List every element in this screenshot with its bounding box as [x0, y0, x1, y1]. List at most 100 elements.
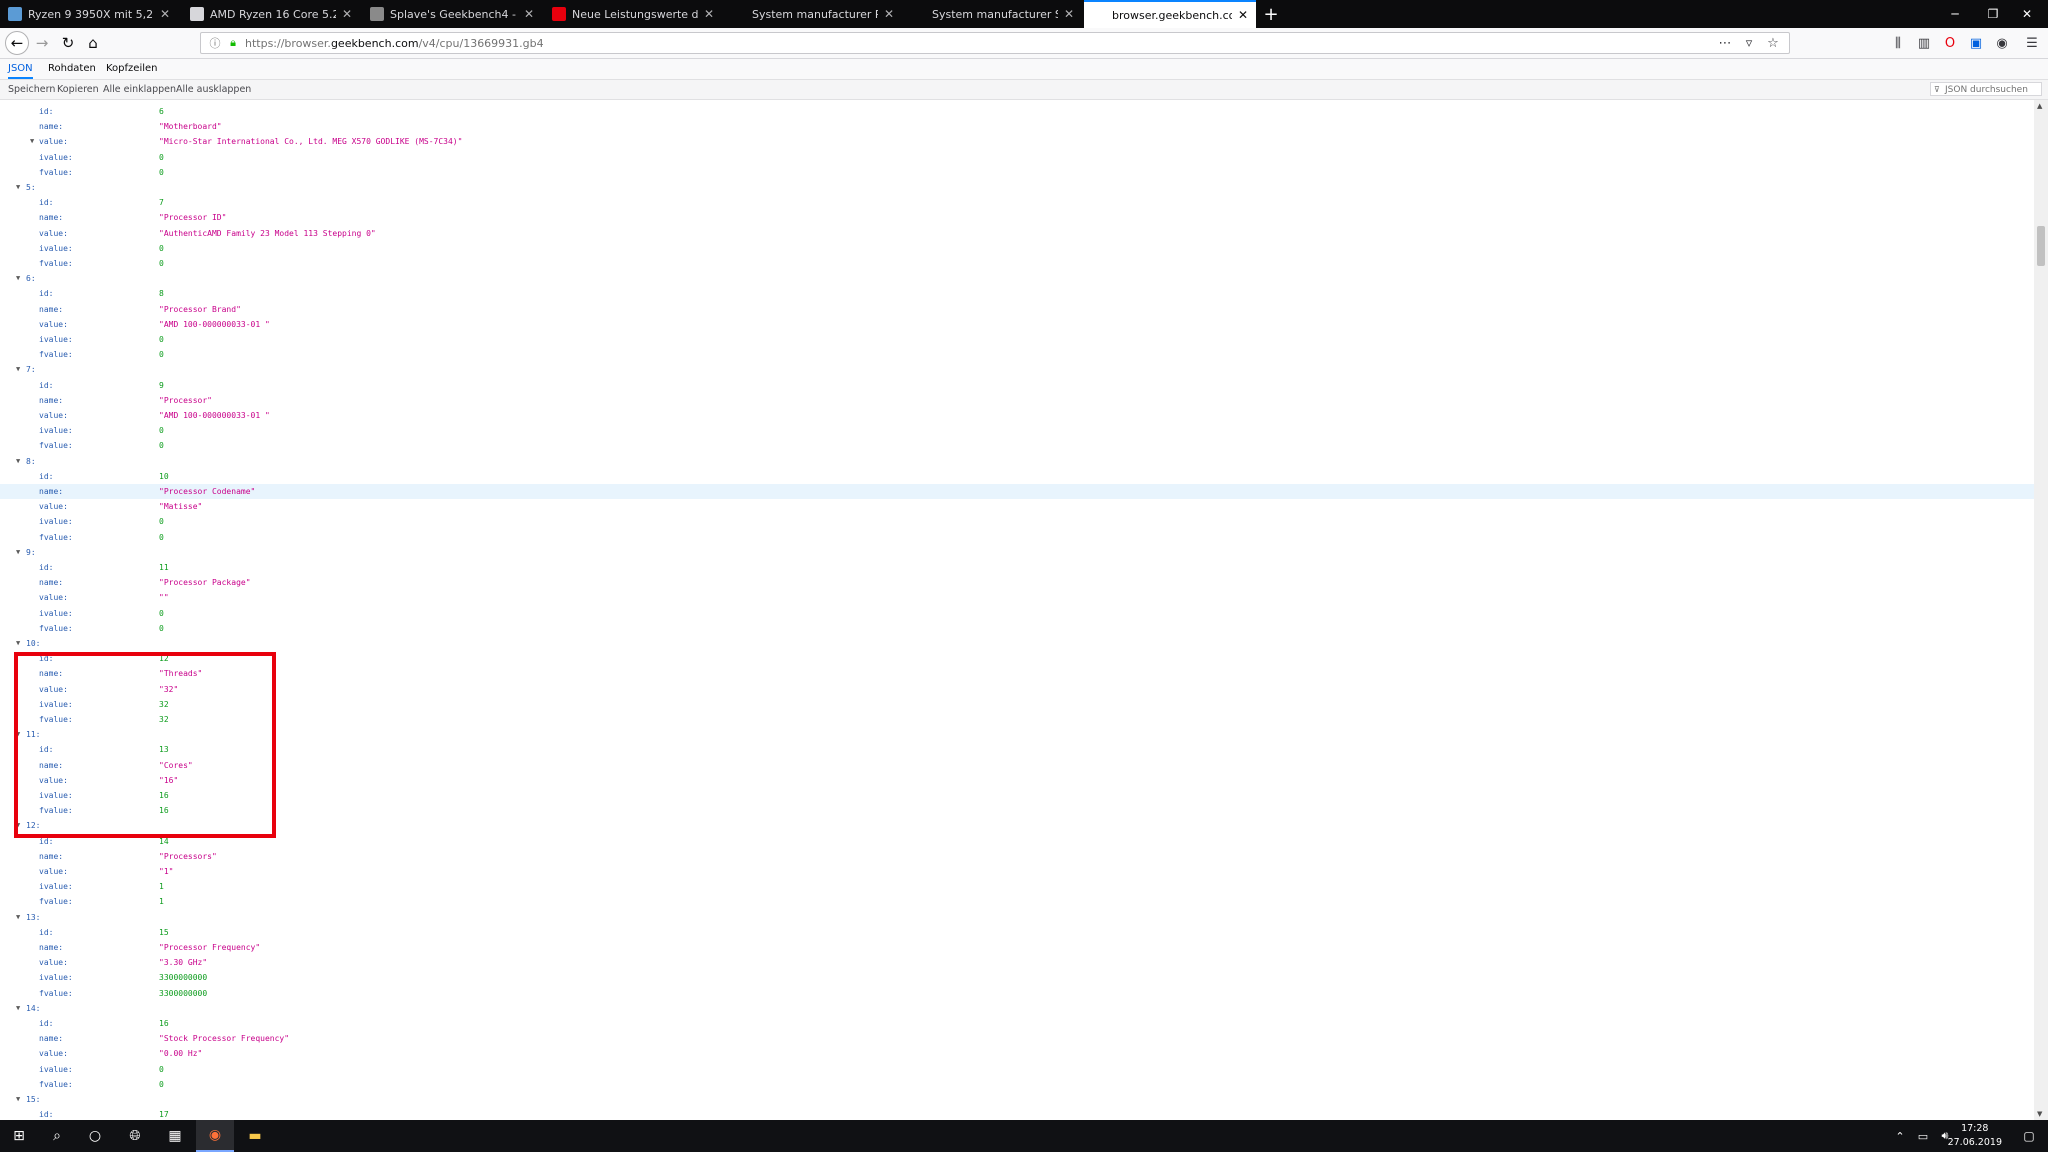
collapse-all-button[interactable]: Alle einklappen	[103, 80, 176, 99]
expand-toggle-icon[interactable]: ▼	[30, 134, 34, 149]
json-property-row[interactable]: ivalue: 0	[0, 1062, 2034, 1077]
search-button[interactable]: ⌕	[38, 1120, 76, 1152]
json-property-row[interactable]: ivalue: 0	[0, 514, 2034, 529]
library-icon[interactable]: ⫼	[1888, 33, 1908, 53]
json-property-row[interactable]: fvalue: 32	[0, 712, 2034, 727]
close-tab-icon[interactable]: ✕	[1064, 7, 1074, 21]
taskbar-app-calculator[interactable]: ▦	[156, 1120, 194, 1152]
json-property-row[interactable]: fvalue: 0	[0, 438, 2034, 453]
json-property-row[interactable]: fvalue: 0	[0, 256, 2034, 271]
browser-tab[interactable]: Splave's Geekbench4 - Multi Core ✕	[362, 0, 542, 28]
browser-tab[interactable]: System manufacturer ROG MAXIMUS ✕	[724, 0, 902, 28]
json-property-row[interactable]: name: "Motherboard"	[0, 119, 2034, 134]
json-property-row[interactable]: name: "Threads"	[0, 666, 2034, 681]
json-property-row[interactable]: id: 6	[0, 104, 2034, 119]
json-property-row[interactable]: id: 15	[0, 925, 2034, 940]
json-property-row[interactable]: name: "Processors"	[0, 849, 2034, 864]
start-button[interactable]: ⊞	[0, 1120, 38, 1152]
json-property-row[interactable]: id: 11	[0, 560, 2034, 575]
expand-toggle-icon[interactable]: ▼	[16, 180, 20, 195]
reload-button[interactable]: ↻	[56, 31, 80, 55]
lock-icon[interactable]: 🔒︎	[223, 33, 243, 53]
more-icon[interactable]: ⋯	[1715, 33, 1735, 53]
clock[interactable]: 17:28 27.06.2019	[1948, 1122, 2002, 1150]
tab-headers[interactable]: Kopfzeilen	[106, 59, 158, 79]
expand-toggle-icon[interactable]: ▼	[16, 910, 20, 925]
expand-toggle-icon[interactable]: ▼	[16, 271, 20, 286]
json-node-row[interactable]: ▼ 9:	[0, 545, 2034, 560]
bookmark-star-icon[interactable]: ☆	[1763, 33, 1783, 53]
action-center-button[interactable]: ▢	[2010, 1120, 2048, 1152]
info-icon[interactable]: ⓘ	[205, 33, 225, 53]
close-tab-icon[interactable]: ✕	[524, 7, 534, 21]
json-property-row[interactable]: value: "AMD 100-000000033-01 "	[0, 408, 2034, 423]
json-property-row[interactable]: value: "AuthenticAMD Family 23 Model 113 …	[0, 226, 2034, 241]
expand-toggle-icon[interactable]: ▼	[16, 454, 20, 469]
browser-tab[interactable]: Ryzen 9 3950X mit 5,2 GHz angekündigt ✕	[0, 0, 178, 28]
json-property-row[interactable]: id: 14	[0, 834, 2034, 849]
json-property-row[interactable]: ▼ value: "Micro-Star International Co., Lt…	[0, 134, 2034, 149]
json-property-row[interactable]: id: 9	[0, 378, 2034, 393]
json-property-row[interactable]: id: 17	[0, 1107, 2034, 1120]
json-property-row[interactable]: id: 10	[0, 469, 2034, 484]
cortana-button[interactable]: ○	[76, 1120, 114, 1152]
json-property-row[interactable]: name: "Cores"	[0, 758, 2034, 773]
taskbar-app-network[interactable]: 🌐︎	[116, 1120, 154, 1152]
opera-icon[interactable]: O	[1940, 33, 1960, 53]
json-property-row[interactable]: fvalue: 0	[0, 165, 2034, 180]
new-tab-button[interactable]: +	[1256, 0, 1286, 28]
json-property-row[interactable]: fvalue: 0	[0, 347, 2034, 362]
json-node-row[interactable]: ▼ 11:	[0, 727, 2034, 742]
json-property-row[interactable]: name: "Processor"	[0, 393, 2034, 408]
back-button[interactable]: ←	[5, 31, 29, 55]
json-property-row[interactable]: id: 8	[0, 286, 2034, 301]
json-property-row[interactable]: ivalue: 0	[0, 423, 2034, 438]
json-property-row[interactable]: ivalue: 0	[0, 332, 2034, 347]
json-property-row[interactable]: ivalue: 1	[0, 879, 2034, 894]
json-property-row[interactable]: value: "0.00 Hz"	[0, 1046, 2034, 1061]
json-node-row[interactable]: ▼ 7:	[0, 362, 2034, 377]
json-property-row[interactable]: id: 7	[0, 195, 2034, 210]
json-node-row[interactable]: ▼ 14:	[0, 1001, 2034, 1016]
json-property-row[interactable]: value: ""	[0, 590, 2034, 605]
browser-tab[interactable]: Neue Leistungswerte des AMD Ryzen ✕	[544, 0, 722, 28]
json-property-row[interactable]: id: 16	[0, 1016, 2034, 1031]
json-property-row[interactable]: ivalue: 0	[0, 150, 2034, 165]
json-property-row[interactable]: fvalue: 0	[0, 621, 2034, 636]
json-property-row[interactable]: fvalue: 0	[0, 1077, 2034, 1092]
json-property-row[interactable]: ivalue: 3300000000	[0, 970, 2034, 985]
json-node-row[interactable]: ▼ 10:	[0, 636, 2034, 651]
expand-toggle-icon[interactable]: ▼	[16, 362, 20, 377]
json-property-row[interactable]: fvalue: 1	[0, 894, 2034, 909]
json-property-row[interactable]: name: "Processor ID"	[0, 210, 2034, 225]
vertical-scrollbar[interactable]: ▲ ▼	[2034, 100, 2048, 1120]
url-bar[interactable]: ⓘ 🔒︎ https://browser.geekbench.com/v4/cp…	[200, 32, 1790, 54]
copy-button[interactable]: Kopieren	[57, 80, 99, 99]
json-property-row[interactable]: fvalue: 3300000000	[0, 986, 2034, 1001]
close-window-button[interactable]: ✕	[2004, 0, 2048, 28]
json-property-row[interactable]: ivalue: 16	[0, 788, 2034, 803]
tab-raw-data[interactable]: Rohdaten	[48, 59, 96, 79]
sidebar-icon[interactable]: ▥	[1914, 33, 1934, 53]
tray-chevron[interactable]: ⌃	[1888, 1120, 1912, 1152]
json-property-row[interactable]: fvalue: 16	[0, 803, 2034, 818]
close-tab-icon[interactable]: ✕	[884, 7, 894, 21]
json-property-row[interactable]: value: "1"	[0, 864, 2034, 879]
json-property-row[interactable]: value: "32"	[0, 682, 2034, 697]
json-property-row[interactable]: id: 13	[0, 742, 2034, 757]
json-property-row[interactable]: name: "Processor Brand"	[0, 302, 2034, 317]
expand-toggle-icon[interactable]: ▼	[16, 1092, 20, 1107]
json-node-row[interactable]: ▼ 6:	[0, 271, 2034, 286]
tab-json[interactable]: JSON	[8, 59, 33, 79]
menu-icon[interactable]: ☰	[2022, 33, 2042, 53]
json-filter-input[interactable]: ⊽ JSON durchsuchen	[1930, 82, 2042, 96]
expand-all-button[interactable]: Alle ausklappen	[176, 80, 251, 99]
pocket-icon[interactable]: ▿	[1739, 33, 1759, 53]
close-tab-icon[interactable]: ✕	[342, 7, 352, 21]
json-node-row[interactable]: ▼ 5:	[0, 180, 2034, 195]
json-property-row[interactable]: name: "Stock Processor Frequency"	[0, 1031, 2034, 1046]
json-property-row[interactable]: name: "Processor Frequency"	[0, 940, 2034, 955]
json-property-row[interactable]: fvalue: 0	[0, 530, 2034, 545]
forward-button[interactable]: →	[30, 31, 54, 55]
taskbar-app-explorer[interactable]: ▬	[236, 1120, 274, 1152]
